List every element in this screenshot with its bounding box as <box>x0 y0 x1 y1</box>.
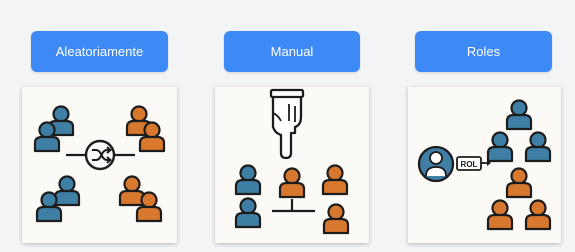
role-assignment-icon: ROL <box>417 99 552 231</box>
manual-assignment-card[interactable] <box>215 87 369 243</box>
random-assignment-card[interactable] <box>22 87 177 243</box>
shuffle-assignment-icon <box>33 105 166 223</box>
random-assignment-button[interactable]: Aleatoriamente <box>31 31 168 72</box>
roles-assignment-button[interactable]: Roles <box>415 31 552 72</box>
role-tag-icon: ROL <box>456 156 491 171</box>
option-roles: Roles ROL <box>403 0 565 252</box>
option-random: Aleatoriamente <box>22 0 184 252</box>
manual-assignment-button[interactable]: Manual <box>224 31 360 72</box>
pointing-hand-icon <box>269 88 305 160</box>
option-manual: Manual <box>211 0 373 252</box>
role-tag-label: ROL <box>461 160 478 169</box>
hand-pointer-assignment-icon <box>234 88 350 235</box>
user-avatar-icon <box>417 145 455 183</box>
roles-assignment-card[interactable]: ROL <box>408 87 561 243</box>
